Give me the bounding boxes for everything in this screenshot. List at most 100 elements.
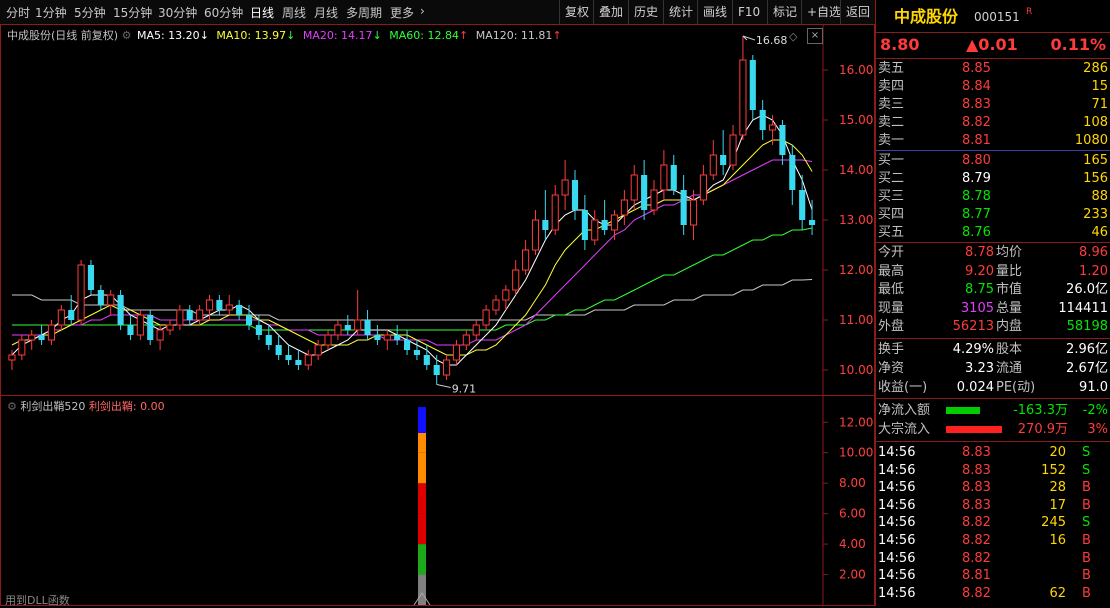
tick-row[interactable]: 14:56 8.83 17 B [876, 497, 1110, 515]
candle-body [423, 355, 430, 365]
stat-value: 91.0 [1079, 380, 1108, 395]
tick-price: 8.83 [962, 445, 991, 460]
ask-row[interactable]: 卖三 8.83 71 [876, 96, 1110, 114]
candle-body [641, 175, 648, 210]
tick-time: 14:56 [878, 550, 916, 566]
overlay-button[interactable]: 叠加 [593, 0, 628, 24]
tick-row[interactable]: 14:56 8.82 62 B [876, 585, 1110, 603]
candle-body [799, 190, 806, 220]
candle-body [591, 219, 599, 241]
tick-price: 8.82 [962, 585, 991, 601]
period-tab-15min[interactable]: 15分钟 [113, 4, 152, 21]
stat-row: 现量 3105 总量 114411 [876, 300, 1110, 318]
tick-row[interactable]: 14:56 8.82 16 B [876, 532, 1110, 550]
period-tab-daily[interactable]: 日线 [250, 4, 274, 21]
stat-value: 2.67亿 [1066, 361, 1108, 376]
y-tick-label: 10.00 [839, 363, 873, 377]
candle-body [107, 294, 115, 306]
bid-row[interactable]: 买二 8.79 156 [876, 170, 1110, 188]
period-tab-fenshi[interactable]: 分时 [6, 4, 30, 21]
tick-row[interactable]: 14:56 8.81 B [876, 567, 1110, 585]
ask-row[interactable]: 卖四 8.84 15 [876, 78, 1110, 96]
candle-body [186, 310, 193, 320]
bid-label: 买三 [878, 189, 905, 204]
stat-label: 市值 [996, 282, 1023, 297]
candle-body [561, 179, 569, 196]
period-tab-more[interactable]: 更多 [390, 4, 414, 21]
bid-row[interactable]: 买四 8.77 233 [876, 206, 1110, 224]
stat-label: 量比 [996, 263, 1023, 279]
y-tick-label: 15.00 [839, 113, 873, 127]
stat-label: 最低 [878, 282, 905, 297]
bid-price: 8.79 [962, 171, 991, 186]
period-tab-weekly[interactable]: 周线 [282, 4, 306, 21]
ask-row[interactable]: 卖五 8.85 286 [876, 60, 1110, 78]
period-tab-60min[interactable]: 60分钟 [204, 4, 243, 21]
candle-body [314, 344, 322, 356]
period-tab-5min[interactable]: 5分钟 [74, 4, 106, 21]
tick-time: 14:56 [878, 445, 916, 460]
diamond-icon[interactable]: ◇ [789, 30, 797, 43]
indicator-bar-segment [418, 483, 426, 514]
close-icon[interactable]: × [807, 28, 823, 44]
candle-body [8, 354, 16, 361]
candle-body [768, 124, 777, 131]
bid-volume: 165 [1083, 153, 1108, 168]
candle-body [28, 334, 36, 341]
bid-row[interactable]: 买一 8.80 165 [876, 152, 1110, 170]
chevron-right-icon[interactable]: › [420, 4, 425, 18]
settings-icon[interactable]: ⚙ [7, 400, 17, 413]
candle-body [295, 360, 302, 365]
settings-icon[interactable]: ⚙ [122, 29, 132, 42]
ask-label: 卖三 [878, 97, 905, 112]
candle-body [147, 315, 154, 340]
indicator-bar-segment [418, 452, 426, 484]
tick-row[interactable]: 14:56 8.82 B [876, 550, 1110, 568]
mark-button[interactable]: 标记 [767, 0, 802, 24]
back-button[interactable]: 返回 [840, 0, 875, 24]
history-button[interactable]: 历史 [628, 0, 663, 24]
tick-row[interactable]: 14:56 8.82 245 S [876, 514, 1110, 532]
ask-label: 卖一 [878, 133, 905, 148]
period-tab-monthly[interactable]: 月线 [314, 4, 338, 21]
ma5-label: MA5: 13.20 [136, 29, 200, 42]
period-tab-multi[interactable]: 多周期 [346, 4, 382, 21]
chart-title: 中成股份(日线 前复权) [7, 29, 119, 42]
current-price: 8.80 [880, 35, 920, 54]
tick-side: B [1082, 497, 1091, 513]
ma20-arrow-icon: ↓ [372, 29, 382, 42]
stat-label: 外盘 [878, 319, 905, 334]
candle-body [729, 134, 737, 166]
period-tab-1min[interactable]: 1分钟 [35, 4, 67, 21]
tick-row[interactable]: 14:56 8.83 28 B [876, 479, 1110, 497]
ask-row[interactable]: 卖一 8.81 1080 [876, 132, 1110, 150]
stat-row: 今开 8.78 均价 8.96 [876, 244, 1110, 262]
bid-row[interactable]: 买五 8.76 46 [876, 224, 1110, 242]
price-row: 8.80 ▲0.01 0.11% [876, 34, 1110, 56]
indicator-bar-segment [418, 407, 426, 433]
stats-button[interactable]: 统计 [663, 0, 698, 24]
stat-label: 流通 [996, 361, 1023, 376]
ask-row[interactable]: 卖二 8.82 108 [876, 114, 1110, 132]
ma120-arrow-icon: ↑ [552, 29, 562, 42]
f10-button[interactable]: F10 [732, 0, 765, 24]
candle-body [502, 289, 510, 301]
period-tab-30min[interactable]: 30分钟 [158, 4, 197, 21]
tick-row[interactable]: 14:56 8.83 152 S [876, 462, 1110, 480]
bid-price: 8.80 [962, 153, 991, 168]
stat-value: 8.96 [1079, 245, 1108, 260]
flow-pct: 3% [1087, 422, 1108, 437]
tick-row[interactable]: 14:56 8.83 20 S [876, 444, 1110, 462]
candle-body [394, 335, 401, 340]
bid-price: 8.76 [962, 225, 991, 240]
tick-price: 8.83 [962, 480, 991, 496]
bid-row[interactable]: 买三 8.78 88 [876, 188, 1110, 206]
draw-button[interactable]: 画线 [697, 0, 732, 24]
adjust-button[interactable]: 复权 [559, 0, 594, 24]
kline-chart[interactable]: 16.00 15.00 14.00 13.00 12.00 11.00 10.00 16.68… [0, 24, 875, 396]
candle-body [522, 249, 530, 271]
candle-body [749, 60, 756, 110]
tick-price: 8.83 [962, 462, 991, 478]
indicator-chart[interactable]: 12.00 10.00 8.00 6.00 4.00 2.00 ⚙ 利剑出鞘520 利剑出… [0, 395, 875, 607]
indicator-bar-segment [418, 513, 426, 545]
